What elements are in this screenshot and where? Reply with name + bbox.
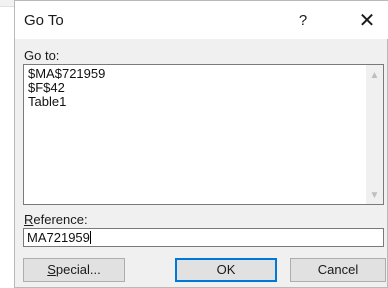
goto-listbox[interactable]: $MA$721959 $F$42 Table1 ▲ ▼ (23, 64, 384, 205)
cancel-button[interactable]: Cancel (290, 258, 386, 282)
title-bar: Go To ? ✕ (15, 1, 388, 39)
list-item[interactable]: Table1 (26, 95, 105, 109)
vertical-scrollbar[interactable]: ▲ ▼ (366, 65, 383, 204)
screen: Go To ? ✕ Go to: $MA$721959 $F$42 Table1… (0, 0, 388, 288)
goto-dialog: Go To ? ✕ Go to: $MA$721959 $F$42 Table1… (14, 0, 388, 288)
special-button[interactable]: Special... (23, 258, 125, 282)
scroll-up-icon[interactable]: ▲ (366, 67, 383, 84)
list-item[interactable]: $MA$721959 (26, 67, 105, 81)
close-button[interactable]: ✕ (353, 7, 381, 35)
reference-value: MA721959 (27, 230, 90, 245)
text-caret (89, 231, 91, 244)
dialog-title: Go To (24, 12, 64, 29)
ok-button[interactable]: OK (175, 258, 277, 282)
reference-input[interactable]: MA721959 (23, 228, 384, 247)
goto-label: Go to: (24, 48, 60, 63)
help-button[interactable]: ? (291, 9, 315, 33)
list-item[interactable]: $F$42 (26, 81, 105, 95)
reference-label: Reference: (24, 212, 88, 227)
scroll-down-icon[interactable]: ▼ (366, 187, 383, 204)
goto-list: $MA$721959 $F$42 Table1 (26, 67, 105, 109)
